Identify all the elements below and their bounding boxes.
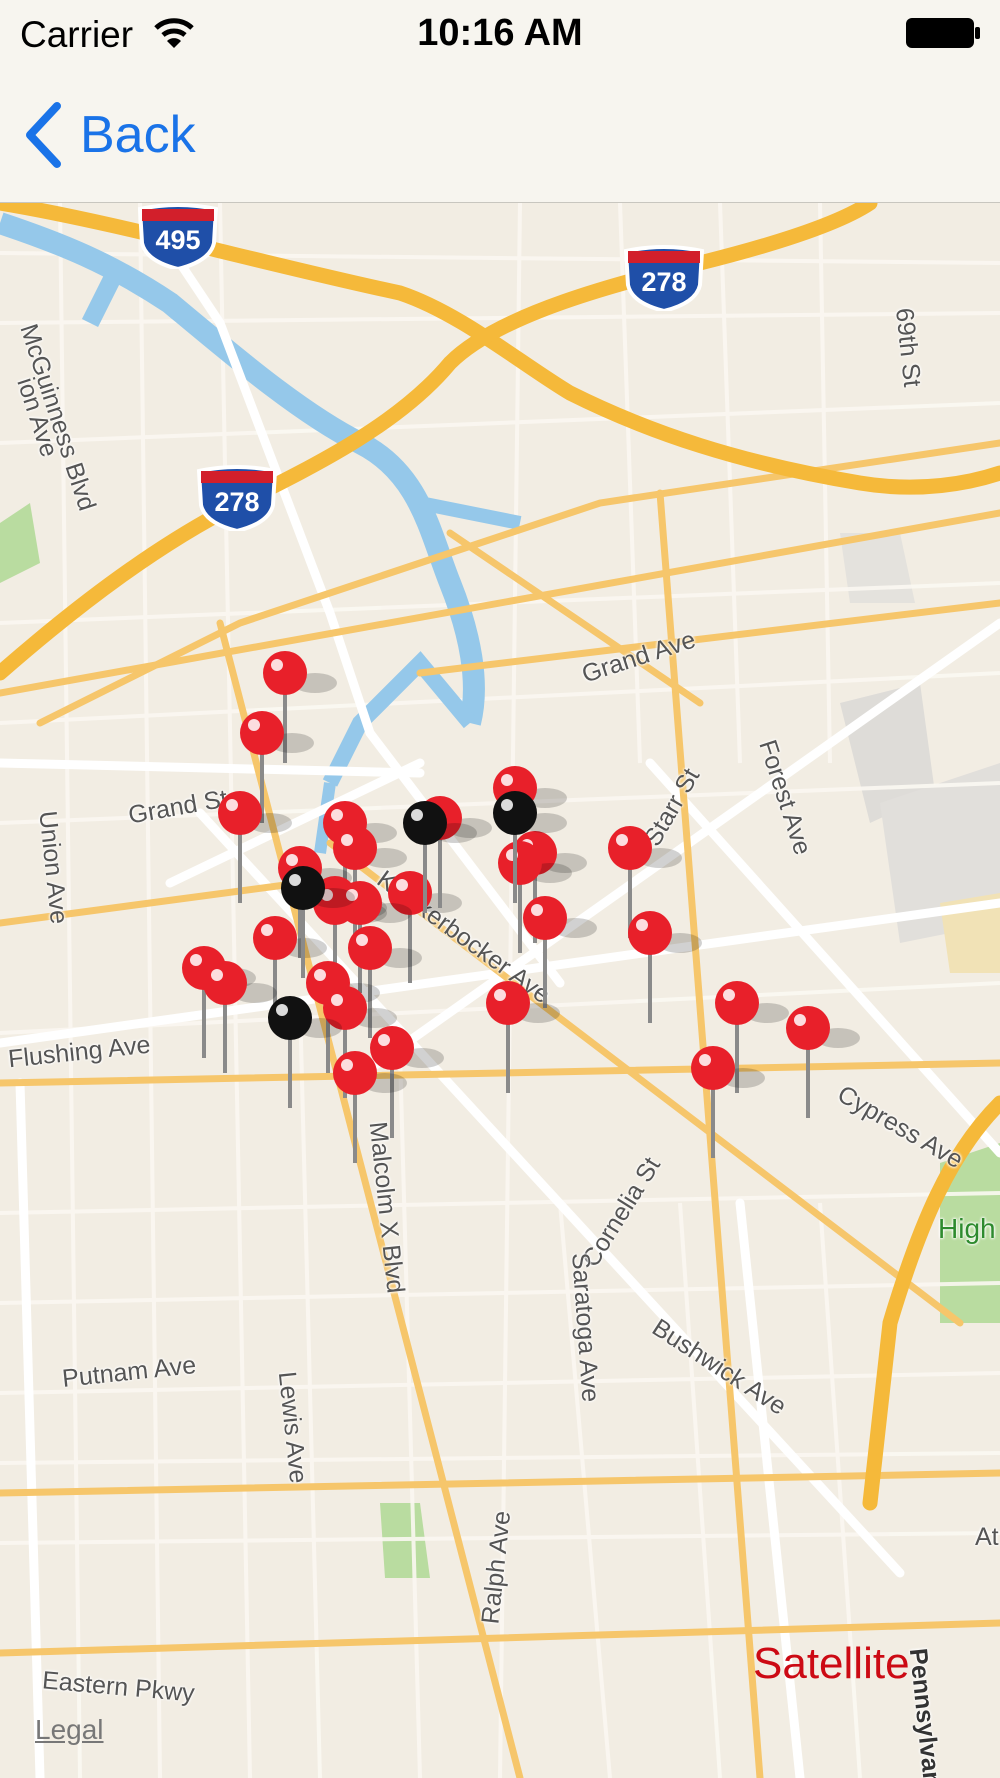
map-pin-red[interactable] [483,978,560,1118]
map-pin-black[interactable] [278,863,355,1003]
map-pin-red[interactable] [688,1043,765,1183]
legal-link[interactable]: Legal [35,1714,104,1746]
map-pin-black[interactable] [265,993,342,1133]
clock: 10:16 AM [417,12,583,54]
interstate-shield-icon: 278 [195,465,279,531]
back-label: Back [80,106,196,164]
map-pin-red[interactable] [215,788,292,928]
interstate-shield-icon: 278 [622,245,706,311]
street-label: At [975,1523,999,1551]
map-pin-black[interactable] [400,798,477,938]
battery-icon [906,18,980,48]
map-pin-red[interactable] [200,958,277,1098]
status-bar: Carrier 10:16 AM [0,0,1000,68]
chevron-left-icon [26,102,61,168]
map-pin-red[interactable] [783,1003,860,1143]
interstate-shield-icon: 495 [136,203,220,269]
navigation-bar: Back [0,68,1000,203]
satellite-toggle-button[interactable]: Satellite [753,1639,910,1689]
map-view[interactable]: 495 278 278 McGuinness Blvd ion Ave 69th… [0,203,1000,1778]
map-pin-black[interactable] [490,788,567,928]
map-pin-red[interactable] [625,908,702,1048]
back-button[interactable]: Back [22,98,196,172]
street-label: High [938,1213,996,1244]
